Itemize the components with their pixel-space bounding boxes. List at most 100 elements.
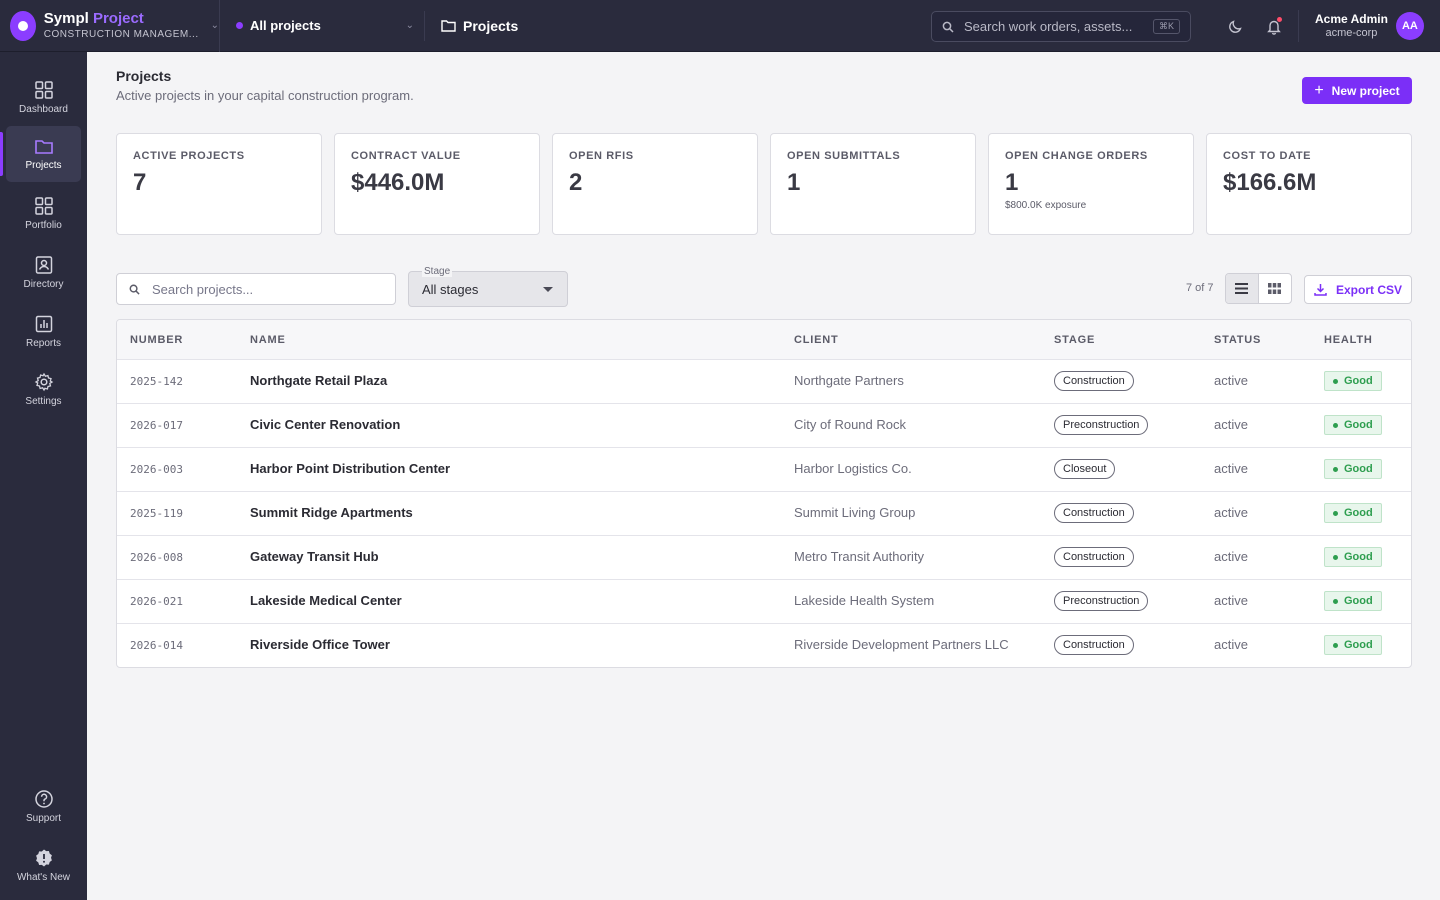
- stage-badge: Preconstruction: [1054, 415, 1149, 435]
- project-name[interactable]: Riverside Office Tower: [250, 637, 390, 652]
- status-text: active: [1214, 549, 1248, 564]
- sidebar-item-label: Settings: [25, 395, 62, 407]
- user-menu[interactable]: Acme Admin acme-corp AA: [1298, 10, 1424, 42]
- projects-table: NUMBER NAME CLIENT STAGE STATUS HEALTH 2…: [116, 319, 1412, 668]
- stat-card-open-submittals: OPEN SUBMITTALS 1: [770, 133, 976, 235]
- table-row[interactable]: 2025-142 Northgate Retail Plaza Northgate …: [117, 360, 1411, 404]
- health-badge: Good: [1324, 415, 1382, 435]
- search-icon: [942, 21, 954, 33]
- project-name[interactable]: Lakeside Medical Center: [250, 593, 402, 608]
- health-badge: Good: [1324, 635, 1382, 655]
- project-number: 2025-142: [130, 375, 183, 388]
- download-icon: [1314, 284, 1327, 296]
- shortcut-hint: ⌘K: [1152, 19, 1180, 34]
- stat-value: 1: [1005, 169, 1019, 196]
- stage-select[interactable]: Stage All stages: [408, 266, 568, 307]
- top-bar: Sympl Project CONSTRUCTION MANAGEM... ⌄ …: [0, 0, 1440, 52]
- stat-card-open-rfis: OPEN RFIS 2: [552, 133, 758, 235]
- stage-badge: Construction: [1054, 547, 1134, 567]
- column-header-name[interactable]: NAME: [250, 334, 286, 346]
- caret-down-icon: [543, 287, 553, 292]
- sidebar-item-portfolio[interactable]: Portfolio: [6, 185, 81, 241]
- global-search-input[interactable]: Search work orders, assets... ⌘K: [931, 11, 1191, 42]
- page-title: Projects: [116, 68, 172, 84]
- brand-switcher[interactable]: Sympl Project CONSTRUCTION MANAGEM... ⌄: [0, 0, 220, 52]
- column-header-stage[interactable]: STAGE: [1054, 334, 1095, 346]
- sidebar-item-support[interactable]: Support: [6, 778, 81, 834]
- column-header-client[interactable]: CLIENT: [794, 334, 839, 346]
- grid-view-button[interactable]: [1259, 274, 1292, 303]
- stat-label: OPEN CHANGE ORDERS: [1005, 150, 1148, 162]
- health-dot: [1333, 378, 1338, 384]
- sidebar-item-label: Projects: [25, 159, 62, 171]
- brand-name: Sympl Project: [43, 9, 144, 27]
- health-label: Good: [1344, 507, 1373, 519]
- list-view-button[interactable]: [1226, 274, 1259, 303]
- notifications-button[interactable]: [1264, 16, 1284, 36]
- export-csv-button[interactable]: Export CSV: [1304, 275, 1412, 304]
- health-dot: [1333, 598, 1338, 604]
- new-project-button[interactable]: + New project: [1302, 77, 1412, 104]
- project-number: 2026-014: [130, 639, 183, 652]
- chevron-down-icon: ⌄: [405, 20, 414, 31]
- column-header-number[interactable]: NUMBER: [130, 334, 183, 346]
- result-count: 7 of 7: [1186, 282, 1214, 294]
- table-row[interactable]: 2026-003 Harbor Point Distribution Center…: [117, 448, 1411, 492]
- column-header-status[interactable]: STATUS: [1214, 334, 1261, 346]
- sidebar-item-label: Directory: [23, 278, 64, 290]
- health-label: Good: [1344, 595, 1373, 607]
- health-badge: Good: [1324, 371, 1382, 391]
- status-text: active: [1214, 417, 1248, 432]
- dashboard-icon: [34, 80, 53, 99]
- sidebar-item-reports[interactable]: Reports: [6, 303, 81, 359]
- table-row[interactable]: 2026-014 Riverside Office Tower Riverside …: [117, 624, 1411, 667]
- project-search-input[interactable]: Search projects...: [116, 273, 396, 305]
- stat-label: OPEN RFIS: [569, 150, 634, 162]
- list-icon: [1235, 283, 1249, 294]
- moon-icon: [1229, 20, 1242, 33]
- project-selector-label: All projects: [250, 18, 321, 33]
- table-header: NUMBER NAME CLIENT STAGE STATUS HEALTH: [117, 320, 1411, 360]
- project-client: Summit Living Group: [794, 505, 916, 520]
- sidebar-item-dashboard[interactable]: Dashboard: [6, 69, 81, 125]
- theme-toggle-button[interactable]: [1226, 16, 1246, 36]
- project-name[interactable]: Harbor Point Distribution Center: [250, 461, 450, 476]
- health-label: Good: [1344, 551, 1373, 563]
- table-row[interactable]: 2026-021 Lakeside Medical Center Lakeside …: [117, 580, 1411, 624]
- column-header-health[interactable]: HEALTH: [1324, 334, 1373, 346]
- avatar: AA: [1395, 12, 1424, 40]
- view-toggle: [1225, 273, 1292, 304]
- sidebar-item-projects[interactable]: Projects: [0, 126, 81, 182]
- bar-chart-icon: [35, 315, 52, 332]
- table-row[interactable]: 2026-017 Civic Center Renovation City of R…: [117, 404, 1411, 448]
- contact-card-icon: [35, 255, 52, 274]
- table-row[interactable]: 2026-008 Gateway Transit Hub Metro Transit…: [117, 536, 1411, 580]
- sidebar-item-settings[interactable]: Settings: [6, 361, 81, 417]
- status-text: active: [1214, 461, 1248, 476]
- status-text: active: [1214, 593, 1248, 608]
- health-label: Good: [1344, 419, 1373, 431]
- project-name[interactable]: Summit Ridge Apartments: [250, 505, 413, 520]
- stats-row: ACTIVE PROJECTS 7 CONTRACT VALUE $446.0M…: [116, 133, 1412, 235]
- project-name[interactable]: Northgate Retail Plaza: [250, 373, 387, 388]
- health-badge: Good: [1324, 503, 1382, 523]
- badge-alert-icon: [35, 849, 52, 866]
- project-name[interactable]: Gateway Transit Hub: [250, 549, 379, 564]
- sidebar-item-whats-new[interactable]: What's New: [6, 837, 81, 893]
- project-name[interactable]: Civic Center Renovation: [250, 417, 400, 432]
- health-dot: [1333, 466, 1338, 472]
- project-client: Harbor Logistics Co.: [794, 461, 912, 476]
- stat-value: 7: [133, 169, 147, 196]
- sidebar-item-directory[interactable]: Directory: [6, 244, 81, 300]
- status-dot: [236, 22, 243, 29]
- stat-note: $800.0K exposure: [1005, 200, 1087, 211]
- stat-card-active-projects: ACTIVE PROJECTS 7: [116, 133, 322, 235]
- grid-icon: [1268, 283, 1282, 294]
- grid-icon: [34, 196, 53, 215]
- stat-label: CONTRACT VALUE: [351, 150, 461, 162]
- stage-badge: Construction: [1054, 371, 1134, 391]
- status-text: active: [1214, 637, 1248, 652]
- health-dot: [1333, 510, 1338, 516]
- project-selector[interactable]: All projects ⌄: [220, 10, 425, 41]
- table-row[interactable]: 2025-119 Summit Ridge Apartments Summit Li…: [117, 492, 1411, 536]
